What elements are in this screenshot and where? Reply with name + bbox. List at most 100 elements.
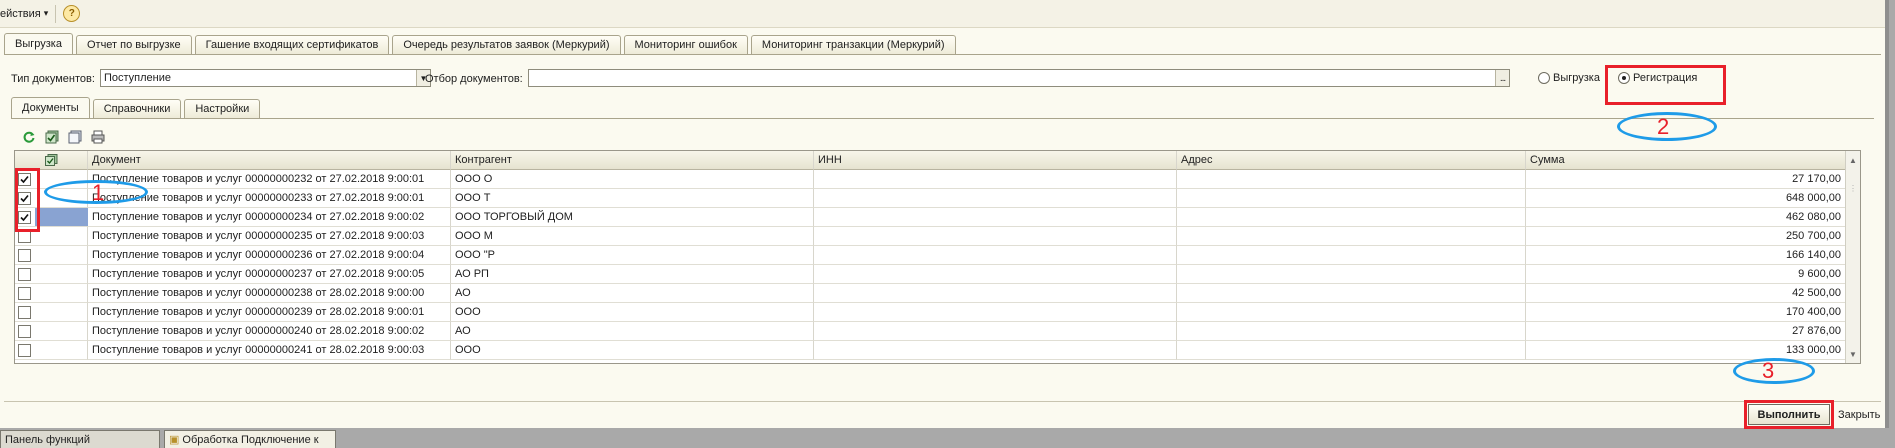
cell-address: [1177, 189, 1526, 208]
radio-unchecked-icon: [1538, 72, 1550, 84]
tab-error-monitoring[interactable]: Мониторинг ошибок: [623, 35, 748, 54]
cell-address: [1177, 170, 1526, 189]
tab-export-report[interactable]: Отчет по выгрузке: [75, 35, 192, 54]
checkbox-unchecked-icon[interactable]: [18, 305, 31, 319]
cell-address: [1177, 322, 1526, 341]
annotation-number-1: 1: [92, 180, 105, 205]
cell-contractor: ООО О: [451, 170, 814, 189]
scroll-down-icon[interactable]: ▼: [1846, 347, 1860, 361]
cell-check[interactable]: [15, 265, 88, 284]
cell-contractor: ООО: [451, 303, 814, 322]
doc-filter-input[interactable]: ...: [528, 69, 1510, 87]
table-toolbar: [21, 129, 105, 144]
cell-sum: 462 080,00: [1526, 208, 1846, 227]
actions-menu-label: ействия: [0, 7, 41, 20]
filter-row: Тип документов: Поступление ▼ Отбор доку…: [11, 69, 1885, 89]
header-sum[interactable]: Сумма: [1526, 151, 1846, 170]
subtab-documents[interactable]: Документы: [11, 97, 90, 118]
scroll-up-icon[interactable]: ▲: [1846, 153, 1860, 167]
cell-check[interactable]: [15, 322, 88, 341]
subtab-divider: [11, 118, 1874, 119]
cell-check[interactable]: [15, 341, 88, 360]
cell-inn: [814, 208, 1177, 227]
task-functions-panel[interactable]: Панель функций: [0, 430, 160, 448]
cell-contractor: ООО ТОРГОВЫЙ ДОМ: [451, 208, 814, 227]
table-row[interactable]: Поступление товаров и услуг 00000000239 …: [15, 303, 1860, 322]
uncheck-all-icon[interactable]: [67, 129, 82, 144]
checkbox-unchecked-icon[interactable]: [18, 267, 31, 281]
cell-document: Поступление товаров и услуг 00000000234 …: [88, 208, 451, 227]
cell-check[interactable]: [15, 284, 88, 303]
refresh-icon[interactable]: [21, 129, 36, 144]
cell-inn: [814, 303, 1177, 322]
menu-bar: ействия ▾ ?: [0, 0, 1885, 28]
cell-check[interactable]: [15, 303, 88, 322]
ellipsis-icon[interactable]: ...: [1495, 70, 1509, 86]
table-row[interactable]: Поступление товаров и услуг 00000000235 …: [15, 227, 1860, 246]
table-row[interactable]: Поступление товаров и услуг 00000000236 …: [15, 246, 1860, 265]
table-row[interactable]: Поступление товаров и услуг 00000000234 …: [15, 208, 1860, 227]
check-all-icon[interactable]: [44, 129, 59, 144]
table-row[interactable]: Поступление товаров и услуг 00000000241 …: [15, 341, 1860, 360]
cell-sum: 166 140,00: [1526, 246, 1846, 265]
row-selection-marker: [35, 208, 88, 226]
header-contractor[interactable]: Контрагент: [451, 151, 814, 170]
cell-document: Поступление товаров и услуг 00000000239 …: [88, 303, 451, 322]
cell-contractor: ООО: [451, 341, 814, 360]
cell-sum: 42 500,00: [1526, 284, 1846, 303]
tab-export[interactable]: Выгрузка: [4, 33, 73, 54]
annotation-number-3: 3: [1762, 358, 1775, 383]
taskbar: Панель функций ▣ Обработка Подключение к: [0, 428, 1895, 448]
table-row[interactable]: Поступление товаров и услуг 00000000237 …: [15, 265, 1860, 284]
cell-document: Поступление товаров и услуг 00000000241 …: [88, 341, 451, 360]
actions-menu[interactable]: ействия ▾: [0, 8, 48, 20]
cell-inn: [814, 322, 1177, 341]
cell-address: [1177, 246, 1526, 265]
header-address[interactable]: Адрес: [1177, 151, 1526, 170]
cell-sum: 133 000,00: [1526, 341, 1846, 360]
document-icon: ▣: [169, 434, 180, 446]
scroll-thumb[interactable]: ⋮: [1846, 181, 1860, 195]
documents-table: Документ Контрагент ИНН Адрес Сумма Пост…: [14, 150, 1861, 364]
table-scrollbar[interactable]: ▲ ⋮ ▼: [1845, 151, 1860, 363]
cell-inn: [814, 227, 1177, 246]
checkbox-unchecked-icon[interactable]: [18, 248, 31, 262]
subtab-settings[interactable]: Настройки: [184, 99, 261, 118]
cell-address: [1177, 303, 1526, 322]
cell-address: [1177, 208, 1526, 227]
cell-document: Поступление товаров и услуг 00000000238 …: [88, 284, 451, 303]
help-icon[interactable]: ?: [63, 5, 81, 22]
cell-document: Поступление товаров и услуг 00000000235 …: [88, 227, 451, 246]
table-row[interactable]: Поступление товаров и услуг 00000000232 …: [15, 170, 1860, 189]
table-row[interactable]: Поступление товаров и услуг 00000000238 …: [15, 284, 1860, 303]
main-tabs: Выгрузка Отчет по выгрузке Гашение входя…: [4, 33, 959, 55]
tab-transaction-monitoring[interactable]: Мониторинг транзакции (Меркурий): [750, 35, 956, 54]
tab-divider: [4, 54, 1881, 55]
table-header: Документ Контрагент ИНН Адрес Сумма: [15, 151, 1860, 170]
cell-inn: [814, 246, 1177, 265]
doc-type-select[interactable]: Поступление ▼: [100, 69, 431, 87]
tab-request-queue[interactable]: Очередь результатов заявок (Меркурий): [392, 35, 621, 54]
table-row[interactable]: Поступление товаров и услуг 00000000233 …: [15, 189, 1860, 208]
close-button[interactable]: Закрыть: [1838, 409, 1880, 421]
cell-check[interactable]: [15, 246, 88, 265]
checkbox-unchecked-icon[interactable]: [18, 343, 31, 357]
annotation-box-3: [1744, 400, 1834, 429]
cell-inn: [814, 341, 1177, 360]
table-row[interactable]: Поступление товаров и услуг 00000000240 …: [15, 322, 1860, 341]
task-processing[interactable]: ▣ Обработка Подключение к: [164, 430, 336, 448]
checkbox-unchecked-icon[interactable]: [18, 286, 31, 300]
header-document[interactable]: Документ: [88, 151, 451, 170]
radio-export[interactable]: Выгрузка: [1538, 72, 1600, 84]
bottom-divider: [4, 401, 1881, 402]
subtab-directories[interactable]: Справочники: [92, 99, 182, 118]
checkbox-unchecked-icon[interactable]: [18, 324, 31, 338]
print-icon[interactable]: [90, 129, 105, 144]
cell-sum: 9 600,00: [1526, 265, 1846, 284]
sub-tabs: Документы Справочники Настройки: [11, 97, 263, 119]
tab-certificate-redemption[interactable]: Гашение входящих сертификатов: [194, 35, 390, 54]
cell-sum: 27 876,00: [1526, 322, 1846, 341]
header-inn[interactable]: ИНН: [814, 151, 1177, 170]
doc-type-label: Тип документов:: [11, 73, 95, 85]
cell-inn: [814, 170, 1177, 189]
